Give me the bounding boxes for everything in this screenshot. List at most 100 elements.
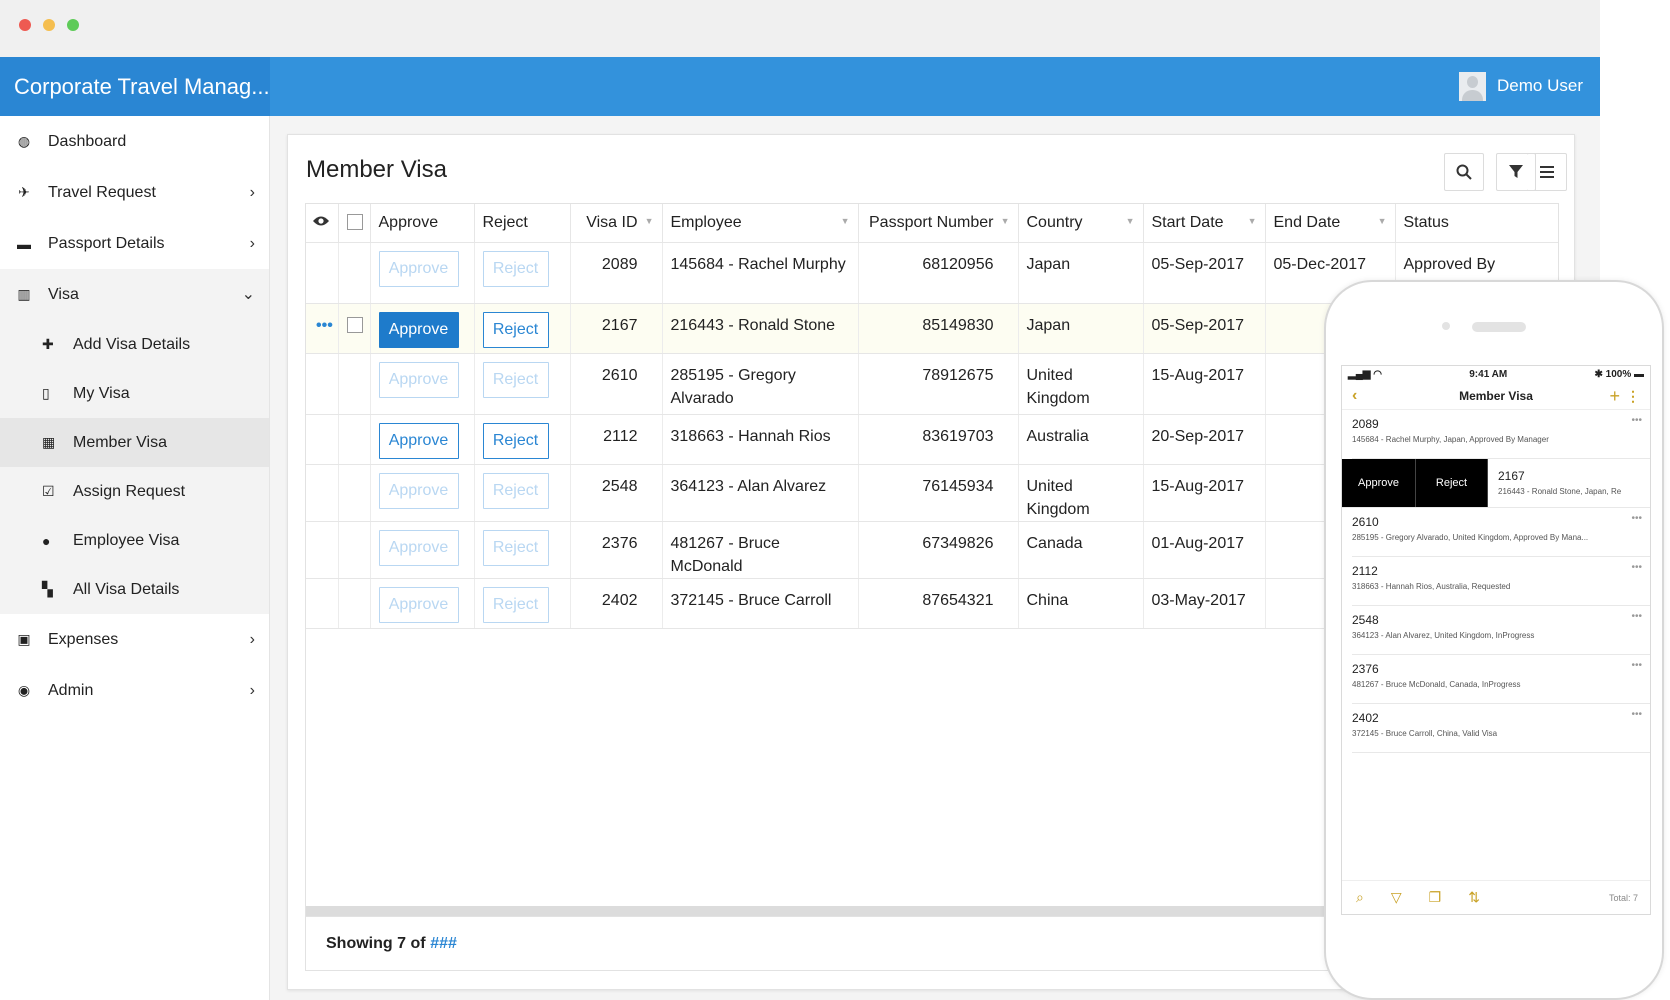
back-chevron-icon[interactable]: ‹ bbox=[1352, 382, 1357, 410]
sidebar-item-expenses[interactable]: ▣ Expenses › bbox=[0, 614, 269, 665]
column-header-label: Employee bbox=[670, 213, 742, 231]
approve-button[interactable]: Approve bbox=[378, 361, 459, 398]
swipe-reject-button[interactable]: Reject bbox=[1416, 459, 1488, 507]
sidebar-item-assign-request[interactable]: ☑ Assign Request bbox=[0, 467, 269, 516]
swipe-approve-button[interactable]: Approve bbox=[1342, 459, 1416, 507]
sidebar-item-label: Travel Request bbox=[48, 183, 156, 201]
column-header-visa-id[interactable]: Visa ID ▼ bbox=[570, 204, 663, 243]
reject-button[interactable]: Reject bbox=[482, 311, 549, 348]
approve-button[interactable]: Approve bbox=[378, 586, 459, 623]
more-dots-icon[interactable]: ••• bbox=[1631, 415, 1642, 426]
sidebar-item-passport-details[interactable]: ▬ Passport Details › bbox=[0, 218, 269, 269]
approve-cell: Approve bbox=[370, 578, 475, 629]
employee-cell: 372145 - Bruce Carroll bbox=[662, 578, 859, 629]
reject-button[interactable]: Reject bbox=[482, 472, 549, 509]
more-vertical-icon[interactable]: ⋮ bbox=[1626, 382, 1640, 410]
avatar bbox=[1459, 71, 1487, 101]
minimize-window-button[interactable] bbox=[43, 19, 55, 31]
sidebar-item-admin[interactable]: ◉ Admin › bbox=[0, 665, 269, 716]
list-item[interactable]: 2548 364123 - Alan Alvarez, United Kingd… bbox=[1352, 606, 1650, 655]
approve-cell: Approve bbox=[370, 303, 475, 354]
column-header-passport-number[interactable]: Passport Number ▼ bbox=[858, 204, 1019, 243]
filter-icon[interactable]: ▽ bbox=[1391, 889, 1402, 906]
more-dots-icon[interactable]: ••• bbox=[1631, 562, 1642, 573]
sidebar-item-all-visa-details[interactable]: ▚ All Visa Details bbox=[0, 565, 269, 614]
sidebar-item-employee-visa[interactable]: ● Employee Visa bbox=[0, 516, 269, 565]
more-dots-icon[interactable]: ••• bbox=[1631, 709, 1642, 720]
more-dots-icon[interactable]: ••• bbox=[1631, 513, 1642, 524]
column-header-country[interactable]: Country ▼ bbox=[1018, 204, 1144, 243]
list-item[interactable]: 2376 481267 - Bruce McDonald, Canada, In… bbox=[1352, 655, 1650, 704]
passport-cell: 85149830 bbox=[858, 303, 1019, 354]
row-menu-cell bbox=[306, 242, 339, 304]
list-item[interactable]: 2112 318663 - Hannah Rios, Australia, Re… bbox=[1352, 557, 1650, 606]
select-all-checkbox[interactable] bbox=[346, 213, 363, 230]
list-item-desc: 372145 - Bruce Carroll, China, Valid Vis… bbox=[1352, 729, 1498, 738]
row-menu-cell bbox=[306, 414, 339, 465]
user-menu[interactable]: Demo User bbox=[1459, 70, 1583, 102]
close-window-button[interactable] bbox=[19, 19, 31, 31]
row-select-cell bbox=[338, 353, 371, 415]
visa-id-cell: 2548 bbox=[570, 464, 663, 522]
more-dots-icon[interactable]: ••• bbox=[316, 317, 333, 334]
list-item[interactable]: 2402 372145 - Bruce Carroll, China, Vali… bbox=[1352, 704, 1650, 753]
list-item-swiped[interactable]: Approve Reject 2167 216443 - Ronald Ston… bbox=[1342, 459, 1650, 508]
column-header-status[interactable]: Status bbox=[1395, 204, 1558, 243]
mobile-time: 9:41 AM bbox=[1469, 368, 1508, 380]
list-item-desc: 481267 - Bruce McDonald, Canada, InProgr… bbox=[1352, 680, 1521, 689]
column-header-employee[interactable]: Employee ▼ bbox=[662, 204, 859, 243]
sidebar-item-label: My Visa bbox=[73, 384, 130, 402]
list-item[interactable]: 2610 285195 - Gregory Alvarado, United K… bbox=[1352, 508, 1650, 557]
approve-button[interactable]: Approve bbox=[378, 529, 459, 566]
sidebar-item-label: Assign Request bbox=[73, 482, 186, 500]
column-header-label: Passport Number bbox=[869, 213, 994, 231]
column-header-approve[interactable]: Approve bbox=[370, 204, 475, 243]
more-dots-icon[interactable]: ••• bbox=[1631, 660, 1642, 671]
sidebar-item-label: Member Visa bbox=[73, 433, 167, 451]
column-header-end-date[interactable]: End Date ▼ bbox=[1265, 204, 1396, 243]
country-cell: United Kingdom bbox=[1018, 353, 1144, 415]
reject-cell: Reject bbox=[474, 464, 571, 522]
reject-cell: Reject bbox=[474, 353, 571, 415]
reject-button[interactable]: Reject bbox=[482, 361, 549, 398]
copy-icon[interactable]: ❐ bbox=[1429, 889, 1442, 906]
add-icon[interactable]: + bbox=[1609, 382, 1620, 410]
approve-button[interactable]: Approve bbox=[378, 250, 459, 287]
sidebar-item-add-visa-details[interactable]: ✚ Add Visa Details bbox=[0, 320, 269, 369]
approve-button[interactable]: Approve bbox=[378, 472, 459, 509]
sort-icon[interactable]: ⇅ bbox=[1468, 889, 1480, 906]
search-button[interactable] bbox=[1444, 153, 1484, 191]
sidebar-item-my-visa[interactable]: ▯ My Visa bbox=[0, 369, 269, 418]
approve-cell: Approve bbox=[370, 521, 475, 579]
battery-percent: 100% bbox=[1605, 368, 1632, 380]
sidebar-item-member-visa[interactable]: ▦ Member Visa bbox=[0, 418, 269, 467]
search-icon[interactable]: ⌕ bbox=[1356, 889, 1364, 906]
showing-count-label: Showing 7 of bbox=[326, 935, 426, 952]
maximize-window-button[interactable] bbox=[67, 19, 79, 31]
reject-button[interactable]: Reject bbox=[482, 586, 549, 623]
row-checkbox[interactable] bbox=[346, 316, 363, 333]
approve-button[interactable]: Approve bbox=[378, 422, 459, 459]
column-visibility-header[interactable] bbox=[306, 204, 339, 243]
app-title[interactable]: Corporate Travel Manag... bbox=[0, 57, 270, 116]
sidebar-item-label: Expenses bbox=[48, 630, 119, 648]
list-item-id: 2402 bbox=[1352, 711, 1379, 725]
reject-button[interactable]: Reject bbox=[482, 422, 549, 459]
sidebar-item-visa[interactable]: ▥ Visa ⌄ bbox=[0, 269, 269, 320]
row-menu-cell: ••• bbox=[306, 303, 339, 354]
total-count-link[interactable]: ### bbox=[430, 935, 457, 952]
row-select-cell bbox=[338, 521, 371, 579]
more-dots-icon[interactable]: ••• bbox=[1631, 611, 1642, 622]
sort-caret-icon: ▼ bbox=[1125, 216, 1135, 226]
list-item[interactable]: 2089 145684 - Rachel Murphy, Japan, Appr… bbox=[1352, 410, 1650, 459]
sidebar-item-travel-request[interactable]: ✈ Travel Request › bbox=[0, 167, 269, 218]
approve-cell: Approve bbox=[370, 353, 475, 415]
reject-button[interactable]: Reject bbox=[482, 529, 549, 566]
column-header-reject[interactable]: Reject bbox=[474, 204, 571, 243]
approve-button[interactable]: Approve bbox=[378, 311, 459, 348]
column-header-start-date[interactable]: Start Date ▼ bbox=[1143, 204, 1266, 243]
sidebar-item-dashboard[interactable]: ◍ Dashboard bbox=[0, 116, 269, 167]
menu-button[interactable] bbox=[1527, 153, 1567, 191]
reject-button[interactable]: Reject bbox=[482, 250, 549, 287]
country-cell: United Kingdom bbox=[1018, 464, 1144, 522]
